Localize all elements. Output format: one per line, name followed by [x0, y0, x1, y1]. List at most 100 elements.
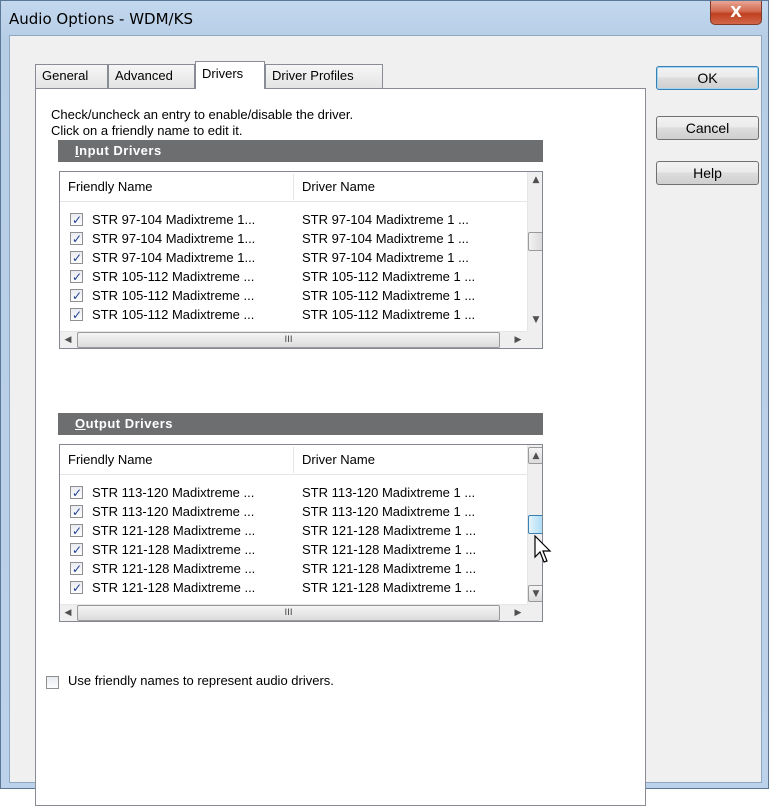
tab-driver-profiles[interactable]: Driver Profiles — [265, 64, 383, 88]
row-checkbox[interactable]: ✓ — [70, 270, 83, 284]
column-header-driver-name[interactable]: Driver Name — [294, 172, 527, 202]
table-row[interactable]: ✓ STR 121-128 Madixtreme ... STR 121-128… — [60, 521, 527, 540]
output-drivers-header: Output Drivers — [58, 413, 543, 435]
tab-label: Driver Profiles — [272, 68, 354, 83]
friendly-name-cell[interactable]: STR 97-104 Madixtreme 1... — [92, 210, 255, 229]
table-row[interactable]: ✓ STR 105-112 Madixtreme ... STR 105-112… — [60, 286, 527, 305]
close-icon: X — [730, 3, 742, 21]
friendly-name-cell[interactable]: STR 105-112 Madixtreme ... — [92, 305, 254, 324]
row-checkbox[interactable]: ✓ — [70, 289, 83, 303]
tab-label: Advanced — [115, 68, 173, 83]
scroll-thumb[interactable] — [528, 232, 542, 251]
check-icon: ✓ — [72, 486, 83, 500]
table-row[interactable]: ✓ STR 97-104 Madixtreme 1... STR 97-104 … — [60, 210, 527, 229]
friendly-name-cell[interactable]: STR 121-128 Madixtreme ... — [92, 521, 255, 540]
driver-name-cell: STR 121-128 Madixtreme 1 ... — [302, 523, 477, 538]
column-header-friendly-name[interactable]: Friendly Name — [60, 172, 294, 202]
row-checkbox[interactable]: ✓ — [70, 524, 83, 538]
table-row[interactable]: ✓ STR 113-120 Madixtreme ... STR 113-120… — [60, 502, 527, 521]
mouse-pointer-icon — [534, 535, 552, 563]
table-row[interactable]: ✓ STR 121-128 Madixtreme ... STR 121-128… — [60, 540, 527, 559]
instruction-line-1: Check/uncheck an entry to enable/disable… — [51, 107, 354, 122]
scroll-thumb[interactable] — [528, 515, 542, 534]
horizontal-scrollbar[interactable]: ◀ III ▶ — [60, 331, 527, 348]
vertical-scrollbar[interactable]: ▲ ▼ — [527, 172, 542, 331]
title-bar: Audio Options - WDM/KS X — [1, 1, 768, 35]
output-drivers-list[interactable]: Friendly Name Driver Name ✓ STR 113-120 … — [59, 444, 543, 622]
chevron-left-icon: ◀ — [64, 608, 72, 618]
table-row[interactable]: ✓ STR 105-112 Madixtreme ... STR 105-112… — [60, 305, 527, 324]
input-drivers-header: Input Drivers — [58, 140, 543, 162]
tab-label: Drivers — [202, 66, 244, 81]
row-checkbox[interactable]: ✓ — [70, 543, 83, 557]
check-icon: ✓ — [72, 232, 83, 246]
table-row[interactable]: ✓ STR 113-120 Madixtreme ... STR 113-120… — [60, 483, 527, 502]
friendly-name-cell[interactable]: STR 121-128 Madixtreme ... — [92, 559, 255, 578]
ok-button[interactable]: OK — [656, 66, 759, 90]
column-header-friendly-name[interactable]: Friendly Name — [60, 445, 294, 475]
check-icon: ✓ — [72, 251, 83, 265]
table-row[interactable]: ✓ STR 105-112 Madixtreme ... STR 105-112… — [60, 267, 527, 286]
horizontal-scroll-thumb[interactable]: III — [77, 332, 500, 348]
scroll-right-button[interactable]: ▶ — [510, 332, 526, 348]
friendly-name-cell[interactable]: STR 113-120 Madixtreme ... — [92, 483, 254, 502]
friendly-name-cell[interactable]: STR 97-104 Madixtreme 1... — [92, 229, 255, 248]
scroll-left-button[interactable]: ◀ — [60, 332, 76, 348]
friendly-names-checkbox[interactable] — [46, 676, 59, 689]
chevron-down-icon: ▼ — [532, 315, 540, 325]
horizontal-scroll-thumb[interactable]: III — [77, 605, 500, 621]
friendly-name-cell[interactable]: STR 121-128 Madixtreme ... — [92, 540, 255, 559]
driver-name-cell: STR 121-128 Madixtreme 1 ... — [302, 561, 477, 576]
friendly-name-cell[interactable]: STR 97-104 Madixtreme 1... — [92, 248, 255, 267]
friendly-name-cell[interactable]: STR 105-112 Madixtreme ... — [92, 286, 254, 305]
scroll-down-button[interactable]: ▼ — [528, 312, 542, 329]
check-icon: ✓ — [72, 505, 83, 519]
row-checkbox[interactable]: ✓ — [70, 308, 83, 322]
row-checkbox[interactable]: ✓ — [70, 232, 83, 246]
friendly-name-cell[interactable]: STR 105-112 Madixtreme ... — [92, 267, 254, 286]
driver-name-cell: STR 113-120 Madixtreme 1 ... — [302, 485, 476, 500]
table-row[interactable]: ✓ STR 97-104 Madixtreme 1... STR 97-104 … — [60, 229, 527, 248]
check-icon: ✓ — [72, 270, 83, 284]
row-checkbox[interactable]: ✓ — [70, 213, 83, 227]
vertical-scrollbar[interactable]: ▲ ▼ — [527, 445, 542, 604]
column-header-driver-name[interactable]: Driver Name — [294, 445, 527, 475]
friendly-name-cell[interactable]: STR 121-128 Madixtreme ... — [92, 578, 255, 597]
row-checkbox[interactable]: ✓ — [70, 562, 83, 576]
row-checkbox[interactable]: ✓ — [70, 581, 83, 595]
audio-options-window: Audio Options - WDM/KS X General Advance… — [0, 0, 769, 806]
scroll-up-button[interactable]: ▲ — [528, 172, 542, 189]
output-drivers-mnemonic: O — [75, 416, 86, 431]
chevron-down-icon: ▼ — [532, 589, 540, 599]
window-title: Audio Options - WDM/KS — [9, 10, 193, 28]
horizontal-scrollbar[interactable]: ◀ III ▶ — [60, 604, 527, 621]
close-button[interactable]: X — [710, 1, 762, 25]
check-icon: ✓ — [72, 213, 83, 227]
row-checkbox[interactable]: ✓ — [70, 505, 83, 519]
output-list-header: Friendly Name Driver Name — [60, 445, 527, 475]
row-checkbox[interactable]: ✓ — [70, 486, 83, 500]
help-button[interactable]: Help — [656, 161, 759, 185]
driver-name-cell: STR 121-128 Madixtreme 1 ... — [302, 580, 477, 595]
scroll-left-button[interactable]: ◀ — [60, 605, 76, 621]
tab-label: General — [42, 68, 89, 83]
row-checkbox[interactable]: ✓ — [70, 251, 83, 265]
dialog-client-area: General Advanced Drivers Driver Profiles… — [9, 35, 762, 806]
chevron-right-icon: ▶ — [514, 608, 522, 618]
friendly-name-cell[interactable]: STR 113-120 Madixtreme ... — [92, 502, 254, 521]
driver-name-cell: STR 97-104 Madixtreme 1 ... — [302, 250, 469, 265]
scroll-right-button[interactable]: ▶ — [510, 605, 526, 621]
friendly-names-label[interactable]: Use friendly names to represent audio dr… — [68, 673, 334, 688]
tab-drivers[interactable]: Drivers — [195, 61, 265, 89]
input-drivers-list[interactable]: Friendly Name Driver Name ✓ STR 97-104 M… — [59, 171, 543, 349]
table-row[interactable]: ✓ STR 97-104 Madixtreme 1... STR 97-104 … — [60, 248, 527, 267]
table-row[interactable]: ✓ STR 121-128 Madixtreme ... STR 121-128… — [60, 578, 527, 597]
driver-name-cell: STR 105-112 Madixtreme 1 ... — [302, 288, 476, 303]
tab-general[interactable]: General — [35, 64, 108, 88]
cancel-button[interactable]: Cancel — [656, 116, 759, 140]
scroll-down-button[interactable]: ▼ — [528, 585, 542, 602]
drivers-tab-panel: Check/uncheck an entry to enable/disable… — [35, 88, 646, 806]
scroll-up-button[interactable]: ▲ — [528, 447, 542, 464]
tab-advanced[interactable]: Advanced — [108, 64, 195, 88]
table-row[interactable]: ✓ STR 121-128 Madixtreme ... STR 121-128… — [60, 559, 527, 578]
